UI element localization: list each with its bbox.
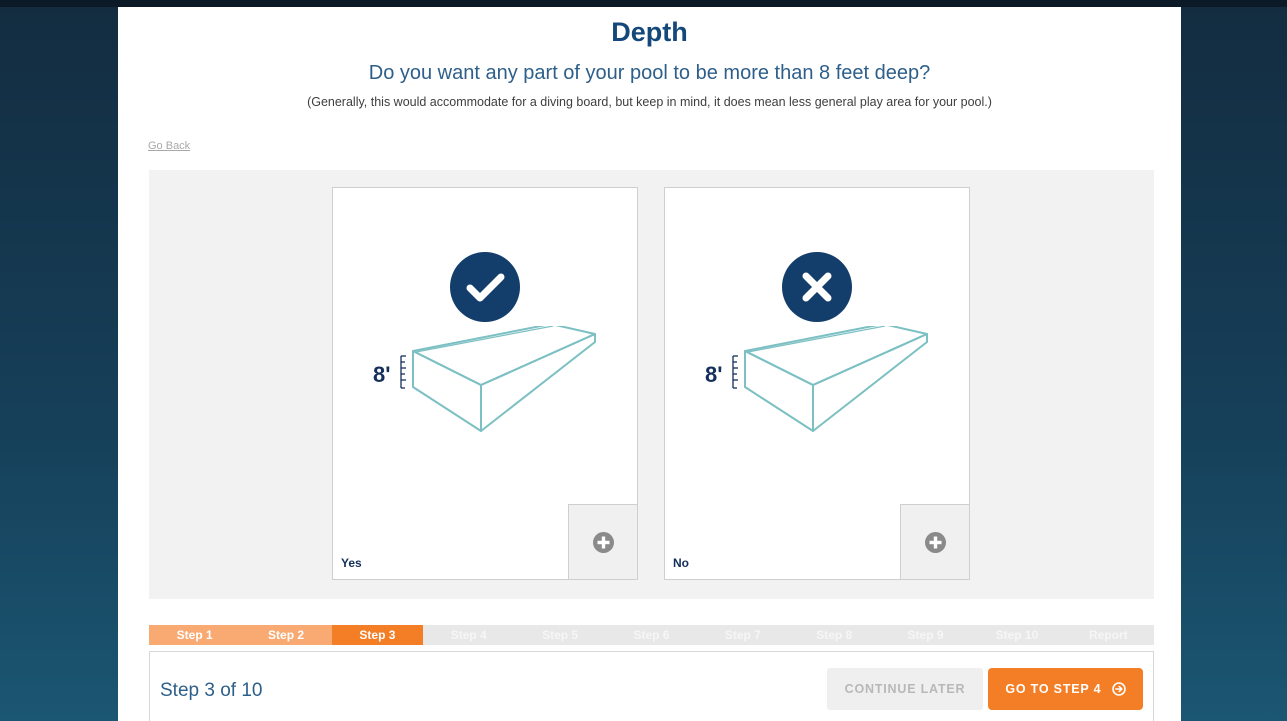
step-item-6: Step 6 (633, 628, 670, 642)
pool-depth-illustration: 8' (373, 326, 596, 432)
page-title: Depth (611, 17, 688, 47)
step-item-8: Step 8 (816, 628, 853, 642)
step-item-5: Step 5 (542, 628, 579, 642)
step-progress-bar: Step 1 Step 2 Step 3 Step 4 Step 5 Step … (149, 625, 1154, 645)
arrow-right-circle-icon (1111, 681, 1126, 696)
step-item-9: Step 9 (907, 628, 944, 642)
check-icon (450, 252, 520, 322)
pool-depth-illustration: 8' (705, 326, 928, 432)
continue-later-button[interactable]: CONTINUE LATER (827, 668, 983, 710)
close-icon (782, 252, 852, 322)
option-label-no: No (673, 556, 689, 570)
step-item-1[interactable]: Step 1 (149, 625, 241, 645)
options-area: 8' Yes 8' No (149, 170, 1154, 599)
details-button-no[interactable] (900, 504, 969, 579)
footer-bar: Step 3 of 10 CONTINUE LATER GO TO STEP 4 (149, 651, 1154, 721)
window-top-edge (0, 0, 1287, 7)
step-item-10: Step 10 (995, 628, 1039, 642)
step-item-2[interactable]: Step 2 (240, 625, 332, 645)
next-button-label: GO TO STEP 4 (1005, 682, 1102, 696)
option-card-no[interactable]: 8' No (664, 187, 970, 580)
depth-label: 8' (373, 362, 390, 387)
step-item-3[interactable]: Step 3 (331, 625, 424, 645)
option-card-yes[interactable]: 8' Yes (332, 187, 638, 580)
question-text: Do you want any part of your pool to be … (368, 62, 931, 84)
plus-circle-icon (593, 532, 614, 553)
details-button-yes[interactable] (568, 504, 637, 579)
depth-label: 8' (705, 362, 722, 387)
quiz-page: Depth Do you want any part of your pool … (118, 7, 1181, 721)
go-back-link[interactable]: Go Back (148, 140, 190, 152)
step-item-4: Step 4 (450, 628, 487, 642)
step-counter: Step 3 of 10 (160, 680, 263, 701)
step-item-7: Step 7 (724, 628, 761, 642)
option-label-yes: Yes (341, 556, 362, 570)
question-subtext: (Generally, this would accommodate for a… (307, 95, 992, 109)
go-to-step-4-button[interactable]: GO TO STEP 4 (988, 668, 1143, 710)
plus-circle-icon (925, 532, 946, 553)
step-item-report: Report (1088, 628, 1128, 642)
